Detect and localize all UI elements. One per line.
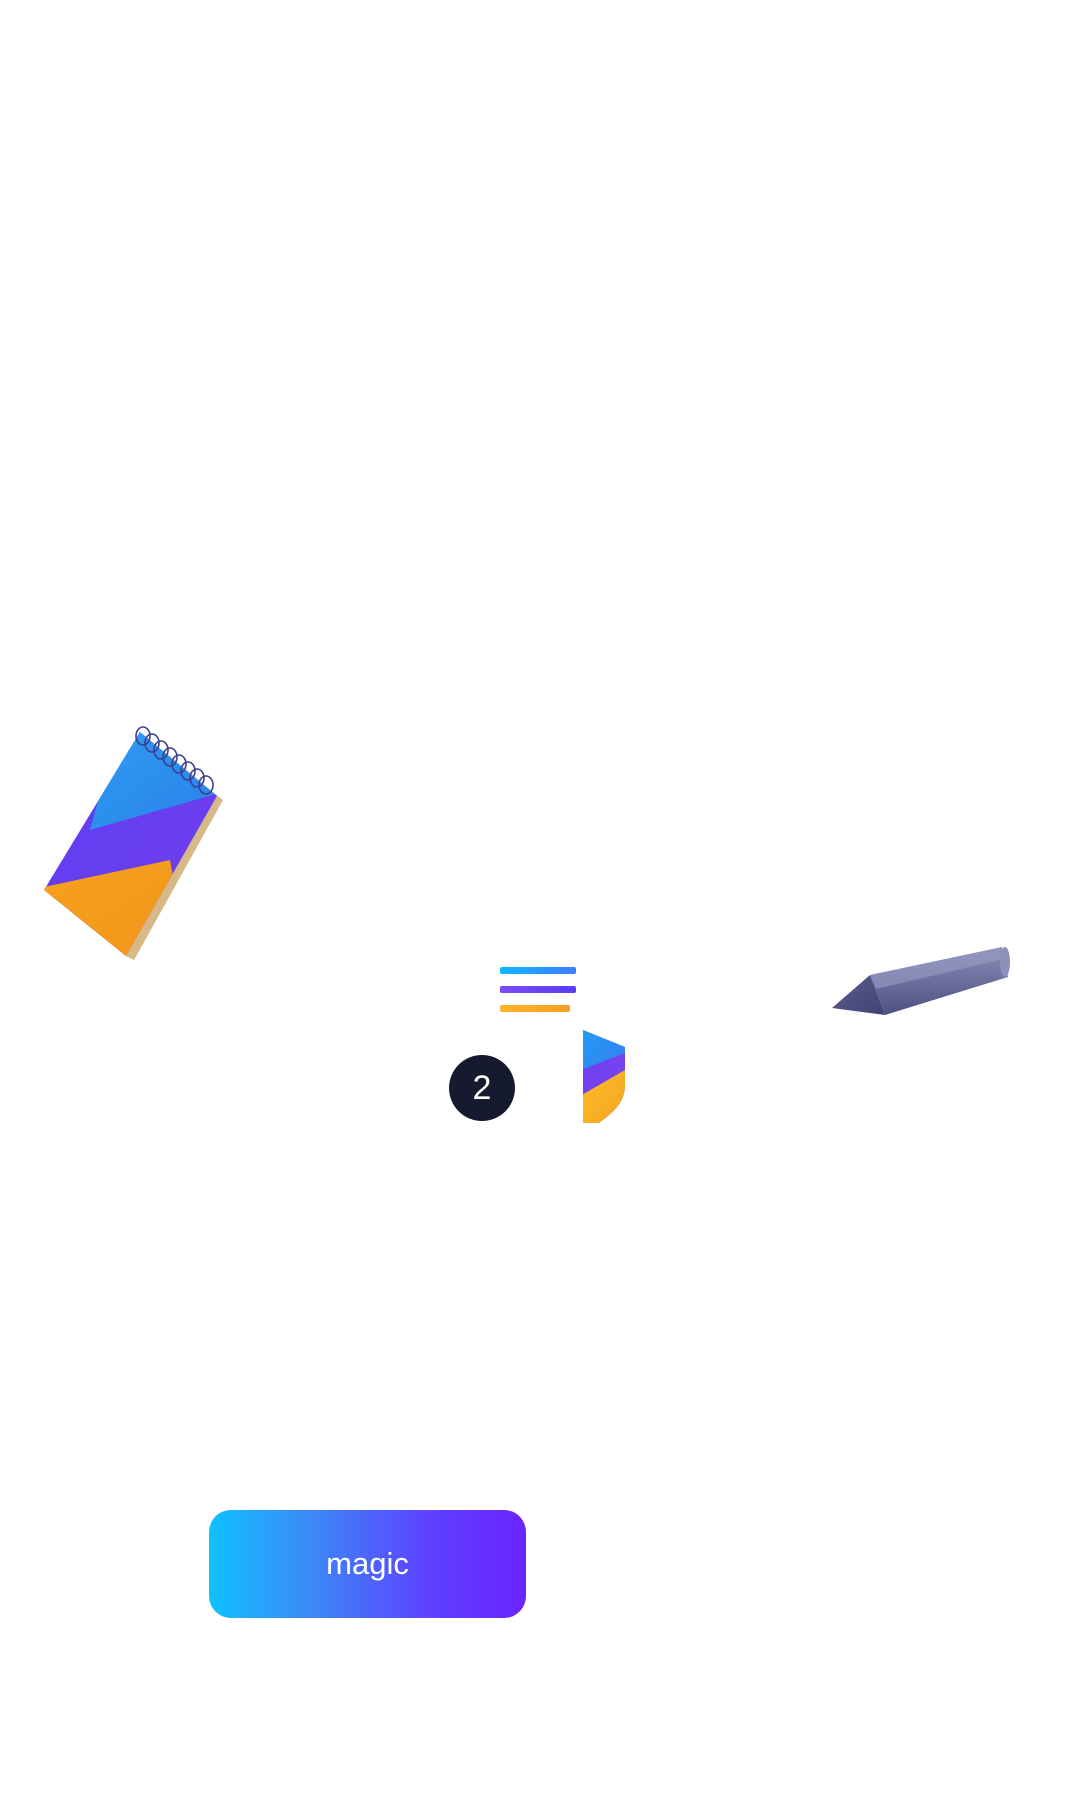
menu-lines-icon bbox=[500, 967, 576, 1012]
screen: 2 magic bbox=[0, 0, 1080, 1800]
step-badge: 2 bbox=[449, 1055, 515, 1121]
pencil-icon bbox=[832, 947, 1010, 1015]
shield-icon bbox=[583, 1030, 625, 1123]
magic-button[interactable]: magic bbox=[209, 1510, 526, 1618]
notebook-icon bbox=[44, 726, 223, 960]
